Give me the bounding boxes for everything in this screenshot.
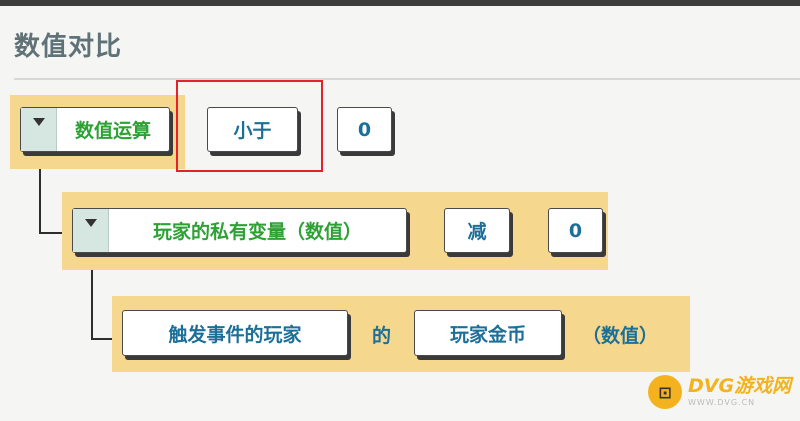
watermark-url: WWW.DVG.CN xyxy=(688,398,756,407)
gamepad-logo-icon: ⊡ xyxy=(648,375,682,409)
row3-connector-label: 的 xyxy=(372,325,392,347)
watermark-brand: DVG游戏网 xyxy=(688,375,792,397)
row2-operator-button[interactable]: 减 xyxy=(444,208,510,253)
title-divider xyxy=(14,78,800,80)
row3-suffix-label: （数值） xyxy=(582,325,659,347)
dropdown-arrow-icon[interactable] xyxy=(21,108,57,151)
row3-property-button[interactable]: 玩家金币 xyxy=(414,310,562,356)
page-title: 数值对比 xyxy=(14,32,123,62)
row3-subject-button[interactable]: 触发事件的玩家 xyxy=(122,310,348,356)
dropdown-arrow-icon[interactable] xyxy=(73,209,109,252)
row2-value-button[interactable]: 0 xyxy=(548,208,603,253)
row1-value-button[interactable]: 0 xyxy=(337,107,392,152)
row2-dropdown-label: 玩家的私有变量（数值） xyxy=(152,221,362,243)
watermark: ⊡ DVG游戏网 WWW.DVG.CN xyxy=(648,368,798,416)
row1-dropdown-label: 数值运算 xyxy=(74,120,151,142)
row2-dropdown[interactable]: 玩家的私有变量（数值） xyxy=(72,208,407,253)
operator-highlight-box xyxy=(176,80,323,172)
top-bar xyxy=(0,0,800,6)
row1-dropdown[interactable]: 数值运算 xyxy=(20,107,170,152)
